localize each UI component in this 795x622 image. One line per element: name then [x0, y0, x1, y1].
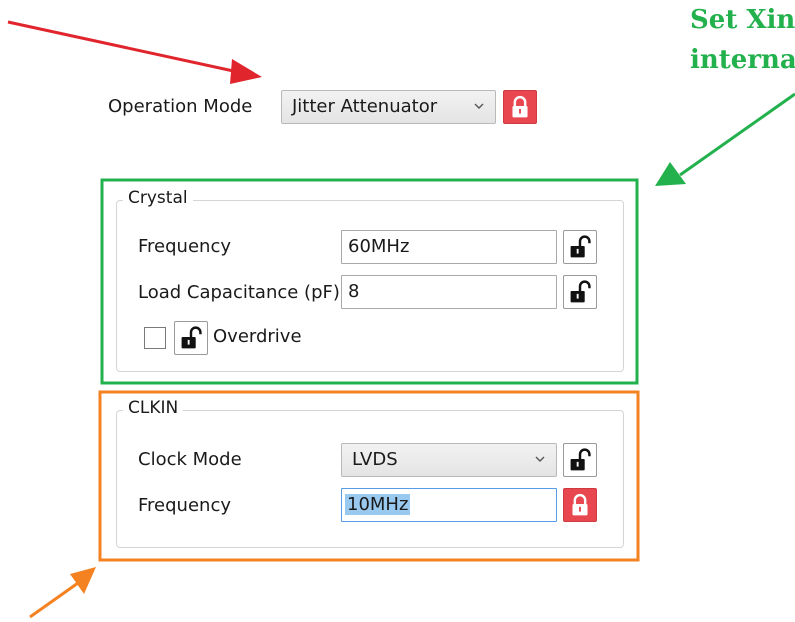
annotation-line-1: Set Xin — [690, 5, 795, 35]
chevron-down-icon — [535, 456, 545, 462]
clock-mode-select[interactable]: LVDS — [341, 443, 557, 477]
lock-open-icon — [570, 280, 591, 303]
operation-mode-lock-button[interactable] — [503, 90, 537, 124]
chevron-down-icon — [474, 103, 484, 109]
overdrive-lock-button[interactable] — [174, 321, 208, 355]
clkin-frequency-field[interactable]: 10MHz — [341, 488, 557, 522]
clock-mode-lock-button[interactable] — [563, 443, 597, 477]
load-capacitance-value: 8 — [348, 281, 360, 302]
overdrive-label: Overdrive — [213, 326, 302, 347]
clock-mode-label: Clock Mode — [138, 449, 242, 470]
crystal-frequency-value: 60MHz — [348, 236, 410, 257]
clkin-group-title: CLKIN — [123, 398, 184, 418]
lock-open-icon — [570, 235, 591, 258]
red-arrow-icon — [7, 20, 262, 84]
clkin-group — [116, 410, 624, 548]
operation-mode-label: Operation Mode — [108, 96, 253, 117]
lock-open-icon — [570, 448, 591, 471]
annotation-line-2: interna — [690, 45, 795, 75]
clkin-frequency-value: 10MHz — [345, 494, 411, 515]
lock-closed-icon — [572, 493, 588, 516]
crystal-frequency-label: Frequency — [138, 236, 231, 257]
overdrive-checkbox[interactable] — [144, 327, 166, 349]
clock-mode-value: LVDS — [352, 449, 398, 470]
green-arrow-icon — [655, 92, 795, 186]
clkin-frequency-lock-button[interactable] — [563, 488, 597, 522]
load-capacitance-lock-button[interactable] — [563, 275, 597, 309]
lock-closed-icon — [512, 95, 528, 118]
crystal-frequency-lock-button[interactable] — [563, 230, 597, 264]
crystal-frequency-field[interactable]: 60MHz — [341, 230, 557, 264]
orange-arrow-icon — [29, 567, 96, 619]
lock-open-icon — [181, 326, 202, 349]
operation-mode-value: Jitter Attenuator — [292, 96, 438, 117]
clkin-frequency-label: Frequency — [138, 495, 231, 516]
operation-mode-select[interactable]: Jitter Attenuator — [281, 90, 496, 124]
crystal-group-title: Crystal — [123, 188, 193, 208]
load-capacitance-label: Load Capacitance (pF) — [138, 282, 340, 303]
load-capacitance-field[interactable]: 8 — [341, 275, 557, 309]
